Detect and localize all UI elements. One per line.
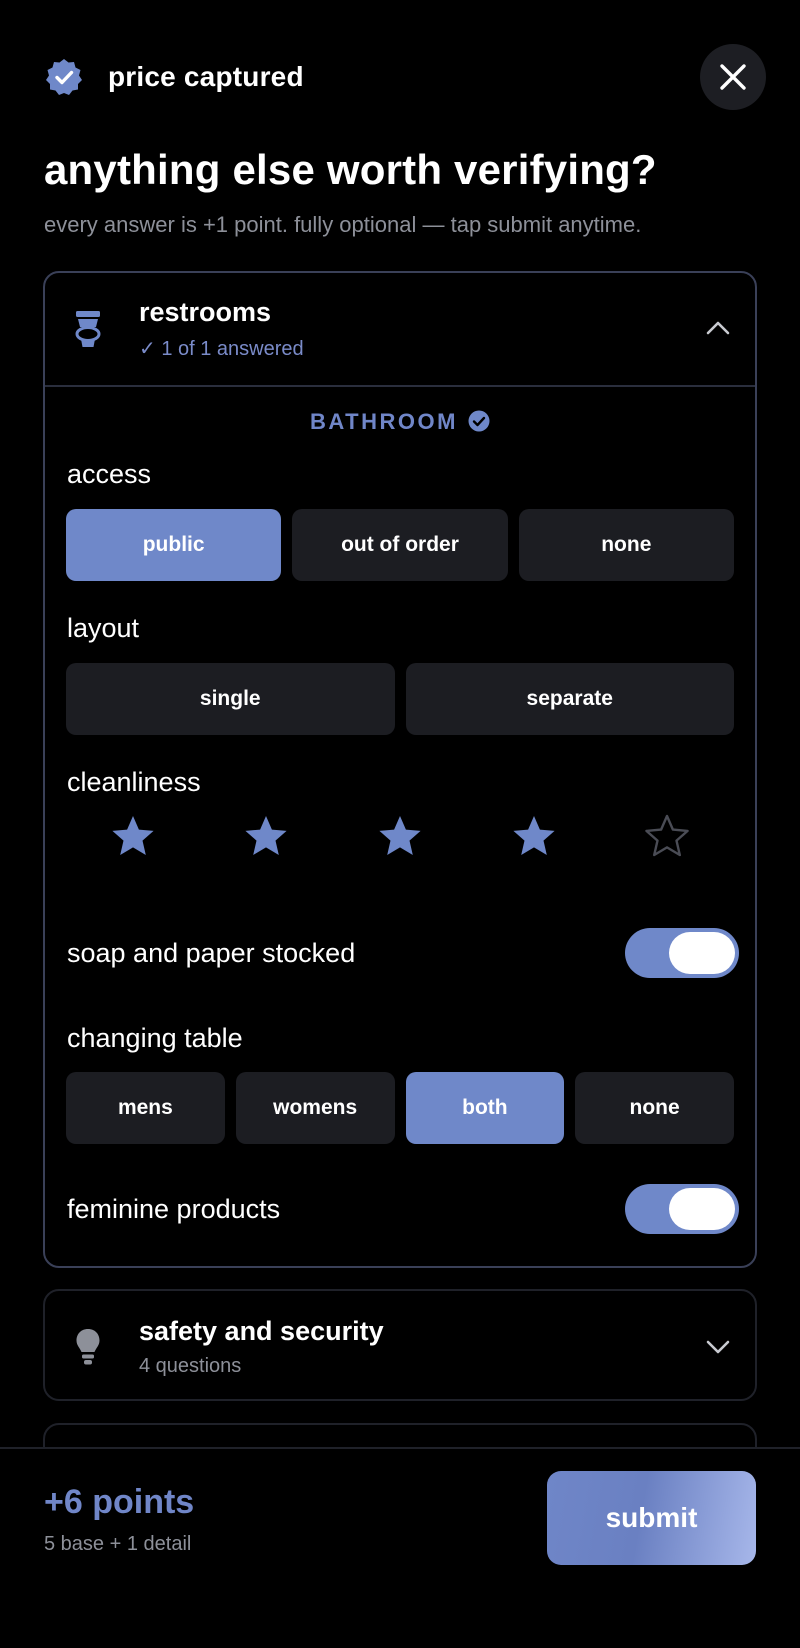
- safety-card-header[interactable]: safety and security 4 questions: [45, 1291, 755, 1403]
- check-badge-icon: [468, 410, 490, 432]
- changing-table-option-both[interactable]: both: [405, 1072, 565, 1144]
- restrooms-status: ✓ 1 of 1 answered: [139, 338, 304, 360]
- close-icon: [720, 64, 746, 90]
- verified-badge-icon: [46, 59, 82, 95]
- close-button[interactable]: [700, 44, 766, 110]
- soap-toggle[interactable]: [625, 928, 739, 978]
- changing-table-option-none[interactable]: none: [575, 1072, 734, 1144]
- star-filled-icon[interactable]: [510, 813, 558, 861]
- soap-toggle-row: soap and paper stocked: [67, 925, 739, 981]
- safety-card[interactable]: safety and security 4 questions: [43, 1289, 757, 1401]
- star-filled-icon[interactable]: [376, 813, 424, 861]
- cleanliness-label: cleanliness: [67, 767, 201, 797]
- layout-label: layout: [67, 613, 140, 643]
- changing-table-label: changing table: [67, 1023, 243, 1053]
- section-tag: BATHROOM: [45, 409, 755, 435]
- layout-option-separate[interactable]: separate: [405, 663, 734, 735]
- restrooms-card-header[interactable]: restrooms ✓ 1 of 1 answered: [45, 273, 755, 385]
- cleanliness-rating: [66, 813, 734, 869]
- header: price captured: [44, 44, 766, 110]
- section-tag-label: BATHROOM: [310, 409, 458, 434]
- soap-label: soap and paper stocked: [67, 937, 356, 968]
- access-option-out-of-order[interactable]: out of order: [292, 509, 508, 581]
- access-label: access: [67, 459, 152, 489]
- feminine-toggle[interactable]: [625, 1184, 739, 1234]
- layout-options: single separate: [66, 663, 734, 735]
- changing-table-option-mens[interactable]: mens: [66, 1072, 225, 1144]
- changing-table-options: mens womens both none: [66, 1072, 734, 1144]
- layout-option-single[interactable]: single: [66, 663, 395, 735]
- restrooms-title: restrooms: [139, 297, 272, 327]
- safety-status: 4 questions: [139, 1355, 242, 1377]
- page-subtitle: every answer is +1 point. fully optional…: [44, 212, 642, 237]
- toggle-knob: [669, 1188, 735, 1230]
- points-breakdown: 5 base + 1 detail: [44, 1533, 192, 1555]
- feminine-label: feminine products: [67, 1193, 281, 1224]
- star-filled-icon[interactable]: [242, 813, 290, 861]
- lightbulb-icon: [76, 1329, 100, 1365]
- star-empty-icon[interactable]: [643, 813, 691, 861]
- star-filled-icon[interactable]: [109, 813, 157, 861]
- feminine-toggle-row: feminine products: [67, 1181, 739, 1237]
- header-title: price captured: [108, 61, 304, 92]
- changing-table-option-womens[interactable]: womens: [235, 1072, 395, 1144]
- safety-title: safety and security: [139, 1316, 384, 1346]
- page-title: anything else worth verifying?: [44, 146, 657, 193]
- toilet-icon: [75, 311, 101, 347]
- chevron-down-icon[interactable]: [703, 1331, 733, 1361]
- toggle-knob: [669, 932, 735, 974]
- access-option-none[interactable]: none: [518, 509, 734, 581]
- divider: [45, 385, 755, 387]
- access-option-public[interactable]: public: [66, 509, 282, 581]
- footer: +6 points 5 base + 1 detail submit: [0, 1447, 800, 1648]
- access-options: public out of order none: [66, 509, 734, 581]
- restrooms-card: restrooms ✓ 1 of 1 answered BATHROOM acc…: [43, 271, 757, 1268]
- chevron-up-icon[interactable]: [703, 313, 733, 343]
- submit-button[interactable]: submit: [547, 1471, 756, 1565]
- points-total: +6 points: [44, 1483, 195, 1521]
- page: price captured anything else worth verif…: [0, 0, 800, 1648]
